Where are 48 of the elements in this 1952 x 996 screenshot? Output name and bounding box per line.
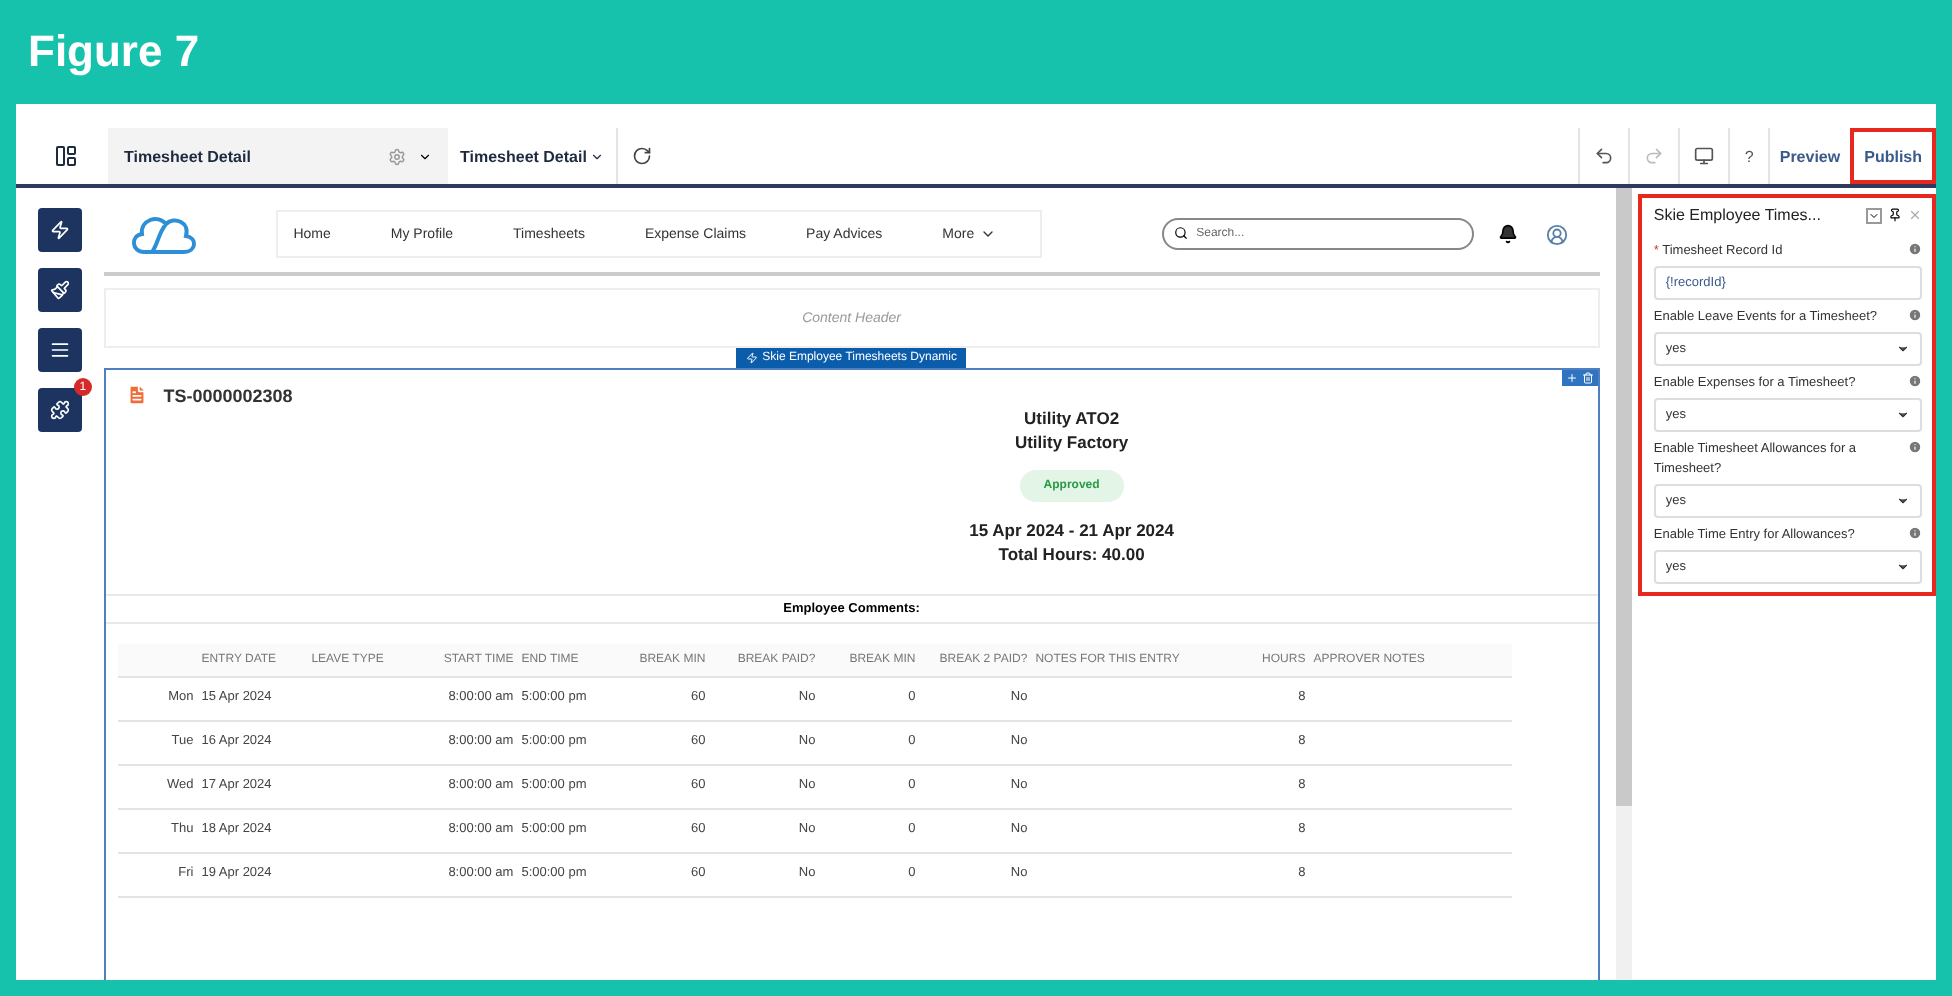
help-button[interactable]: ? <box>1728 128 1768 184</box>
record-icon <box>125 384 148 406</box>
tool-button[interactable] <box>37 328 82 372</box>
record-title: Utility Factory <box>1014 430 1129 454</box>
refresh-icon[interactable] <box>632 146 653 166</box>
column-header <box>117 644 198 678</box>
settings-icon[interactable] <box>388 147 406 165</box>
view-menu[interactable]: Timesheet Detail <box>448 128 619 184</box>
caret-icon[interactable] <box>590 149 605 163</box>
total-hours: Total Hours: 40.00 <box>998 542 1145 566</box>
info-icon[interactable] <box>1908 242 1922 256</box>
caret-icon <box>1896 342 1910 356</box>
tool-button[interactable] <box>37 268 82 312</box>
undo-icon[interactable] <box>1594 146 1615 166</box>
chevron-icon[interactable] <box>980 226 997 242</box>
puzzle-icon <box>49 400 70 420</box>
brush-icon <box>49 280 70 300</box>
info-icon[interactable] <box>1908 526 1922 540</box>
date-range: 15 Apr 2024 - 21 Apr 2024 <box>969 518 1174 542</box>
caret-icon <box>1896 408 1910 422</box>
search-icon <box>1174 226 1189 240</box>
publish-button[interactable]: Publish <box>1850 128 1936 184</box>
bell-icon[interactable] <box>1498 224 1519 244</box>
plus-icon[interactable] <box>1565 372 1578 384</box>
info-icon[interactable] <box>1908 308 1922 322</box>
layout-icon[interactable] <box>54 144 78 168</box>
dropdown-icon[interactable] <box>1866 207 1882 223</box>
avatar-icon[interactable] <box>1546 223 1569 245</box>
panel-title: Skie Employee Times... <box>1653 206 1823 224</box>
trash-icon[interactable] <box>1581 372 1594 384</box>
page-tab[interactable]: Timesheet Detail <box>108 128 448 184</box>
info-icon[interactable] <box>1908 374 1922 388</box>
tool-button[interactable] <box>37 208 82 252</box>
record-id: TS-0000002308 <box>163 385 293 405</box>
pin-icon[interactable] <box>1888 208 1902 222</box>
info-icon[interactable] <box>1908 440 1922 454</box>
figure-title: Figure 7 <box>26 24 202 80</box>
list-icon <box>49 340 70 360</box>
caret-icon <box>1896 560 1910 574</box>
lightning-icon <box>49 220 70 240</box>
monitor-icon[interactable] <box>1694 146 1715 166</box>
caret-icon <box>1896 494 1910 508</box>
record-title: Utility ATO2 <box>1024 406 1120 430</box>
lightning-icon <box>746 352 759 364</box>
caret-icon[interactable] <box>418 149 432 163</box>
preview-button[interactable]: Preview <box>1767 128 1851 184</box>
scrollbar[interactable] <box>1615 188 1632 806</box>
tool-button[interactable] <box>37 388 82 432</box>
